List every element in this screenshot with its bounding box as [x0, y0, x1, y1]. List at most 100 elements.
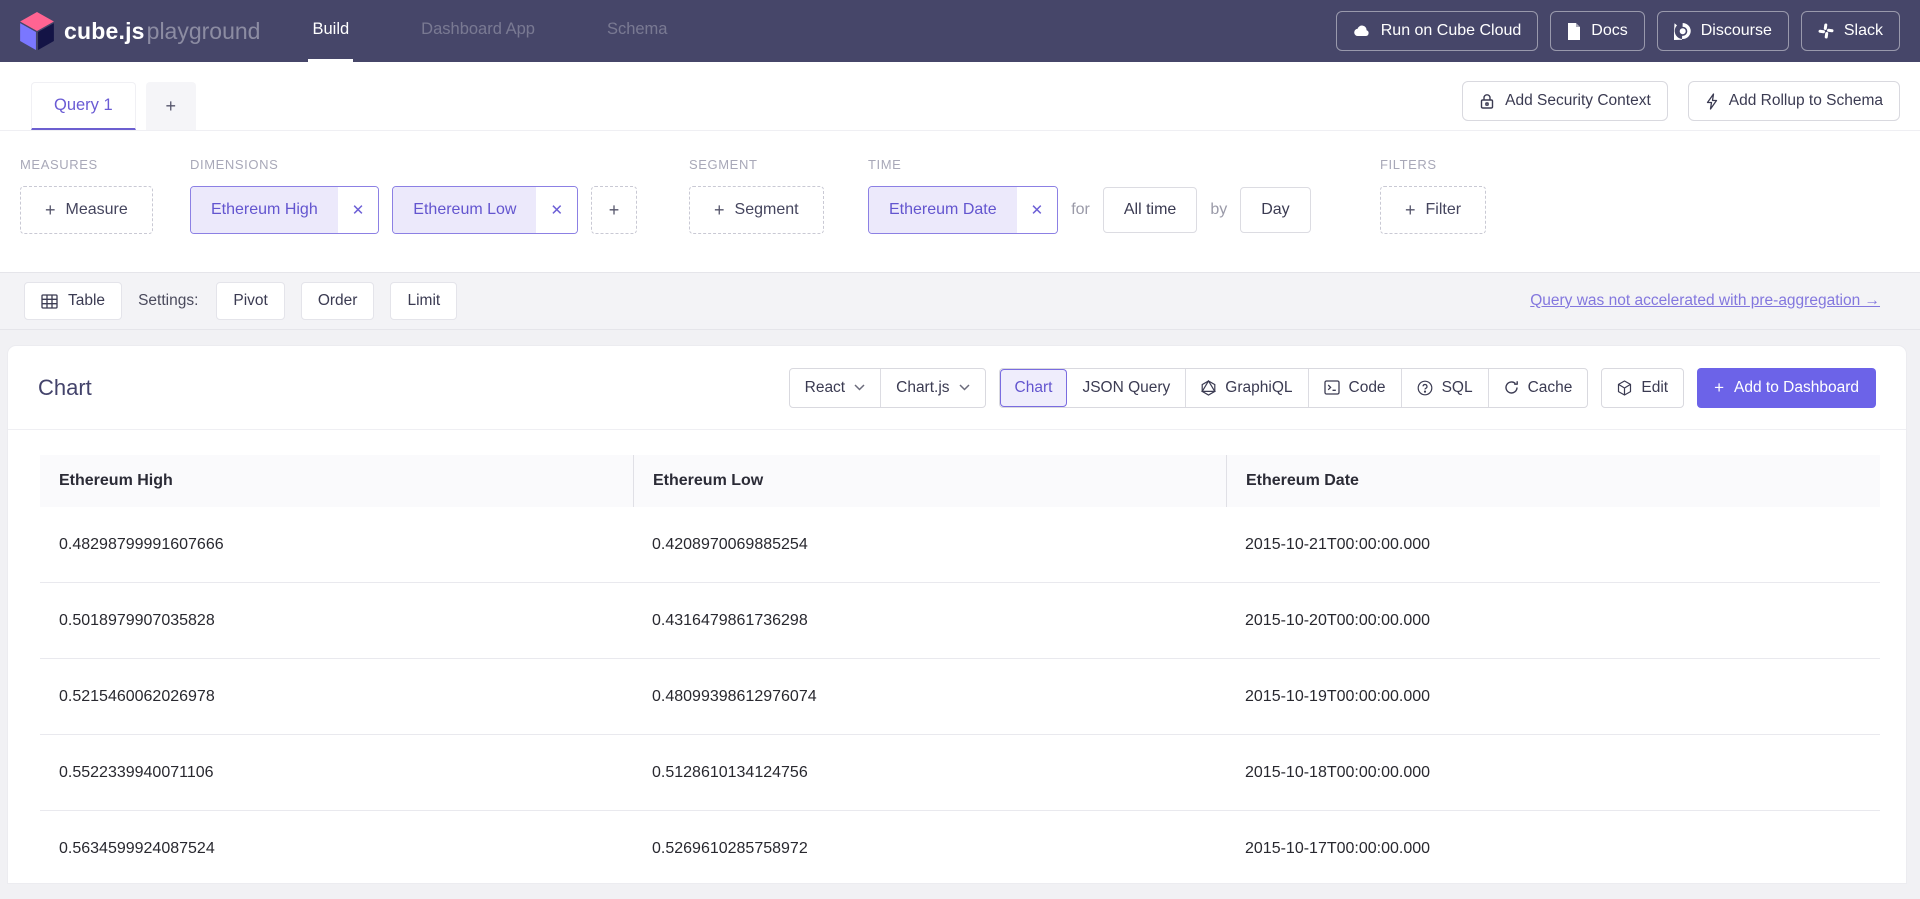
order-button[interactable]: Order	[301, 282, 375, 320]
edit-button[interactable]: Edit	[1601, 368, 1684, 408]
table-cell: 2015-10-17T00:00:00.000	[1226, 811, 1880, 883]
add-dimension-button[interactable]: +	[591, 186, 637, 234]
add-query-tab-button[interactable]: +	[146, 82, 196, 130]
add-segment-label: Segment	[735, 201, 799, 219]
table-row: 0.48298799991607666 0.4208970069885254 2…	[40, 507, 1880, 583]
add-segment-button[interactable]: + Segment	[689, 186, 824, 234]
granularity-button[interactable]: Day	[1240, 187, 1310, 233]
add-rollup-to-schema-button[interactable]: Add Rollup to Schema	[1688, 81, 1900, 121]
cloud-icon	[1353, 23, 1371, 39]
discourse-button[interactable]: Discourse	[1657, 11, 1789, 51]
table-cell: 0.4208970069885254	[633, 507, 1226, 582]
slack-icon	[1818, 23, 1834, 39]
tab-graphiql[interactable]: GraphiQL	[1185, 369, 1307, 407]
time-dimension-chip[interactable]: Ethereum Date ✕	[868, 186, 1058, 234]
refresh-icon	[1504, 380, 1519, 395]
add-measure-button[interactable]: + Measure	[20, 186, 153, 234]
tab-sql-label: SQL	[1442, 379, 1473, 397]
slack-button[interactable]: Slack	[1801, 11, 1900, 51]
tab-sql[interactable]: SQL	[1401, 369, 1488, 407]
chip-label[interactable]: Ethereum Low	[393, 187, 536, 233]
table-cell: 2015-10-18T00:00:00.000	[1226, 735, 1880, 810]
chip-label[interactable]: Ethereum Date	[869, 187, 1017, 233]
remove-chip-button[interactable]: ✕	[338, 187, 379, 233]
run-on-cube-cloud-label: Run on Cube Cloud	[1381, 22, 1522, 40]
plus-icon: +	[45, 200, 56, 221]
add-security-context-button[interactable]: Add Security Context	[1462, 81, 1668, 121]
nav-tab-dashboard-app[interactable]: Dashboard App	[417, 0, 539, 62]
nav-tabs: Build Dashboard App Schema	[308, 0, 671, 62]
run-on-cube-cloud-button[interactable]: Run on Cube Cloud	[1336, 11, 1539, 51]
docs-button[interactable]: Docs	[1550, 11, 1644, 51]
table-cell: 0.48099398612976074	[633, 659, 1226, 734]
lock-icon	[1479, 93, 1495, 110]
logo-subtext: playground	[147, 18, 261, 44]
discourse-icon	[1674, 23, 1691, 40]
add-rollup-to-schema-label: Add Rollup to Schema	[1729, 92, 1883, 110]
pivot-button[interactable]: Pivot	[216, 282, 284, 320]
logo[interactable]: cube.jsplayground	[20, 0, 260, 62]
remove-chip-button[interactable]: ✕	[536, 187, 577, 233]
close-icon: ✕	[550, 201, 563, 219]
measures-label: MEASURES	[20, 157, 153, 172]
for-label: for	[1071, 201, 1090, 219]
close-icon: ✕	[352, 201, 365, 219]
tab-json-query[interactable]: JSON Query	[1067, 369, 1185, 407]
query-tab[interactable]: Query 1	[31, 82, 136, 130]
header-cell-ethereum-date[interactable]: Ethereum Date	[1226, 455, 1880, 507]
table-cell: 0.4316479861736298	[633, 583, 1226, 658]
add-to-dashboard-button[interactable]: + Add to Dashboard	[1697, 368, 1876, 408]
dimensions-label: DIMENSIONS	[190, 157, 637, 172]
tab-chart[interactable]: Chart	[1000, 369, 1068, 407]
query-builder: MEASURES + Measure DIMENSIONS Ethereum H…	[0, 131, 1920, 272]
graphql-icon	[1201, 380, 1216, 396]
dimension-chip[interactable]: Ethereum High ✕	[190, 186, 379, 234]
header-cell-ethereum-low[interactable]: Ethereum Low	[633, 455, 1226, 507]
add-measure-label: Measure	[66, 201, 128, 219]
plus-icon: +	[609, 200, 620, 221]
tab-cache[interactable]: Cache	[1488, 369, 1588, 407]
tab-cache-label: Cache	[1528, 379, 1573, 397]
framework-library-selects: React Chart.js	[789, 368, 986, 408]
dimension-chip[interactable]: Ethereum Low ✕	[392, 186, 578, 234]
segment-label: SEGMENT	[689, 157, 824, 172]
tab-code[interactable]: Code	[1308, 369, 1401, 407]
sandbox-cube-icon	[1617, 380, 1632, 396]
query-tab-actions: Add Security Context Add Rollup to Schem…	[1462, 81, 1900, 130]
table-view-button[interactable]: Table	[24, 282, 122, 320]
segment-section: SEGMENT + Segment	[689, 157, 824, 234]
results-table: Ethereum High Ethereum Low Ethereum Date…	[40, 455, 1880, 883]
table-cell: 0.5634599924087524	[40, 811, 633, 883]
table-icon	[41, 294, 58, 309]
document-icon	[1567, 23, 1581, 40]
chevron-down-icon	[959, 384, 970, 391]
add-filter-button[interactable]: + Filter	[1380, 186, 1486, 234]
add-filter-label: Filter	[1426, 201, 1462, 219]
plus-icon: +	[1714, 378, 1724, 398]
measures-section: MEASURES + Measure	[20, 157, 153, 234]
plus-icon: +	[1405, 200, 1416, 221]
table-row: 0.5018979907035828 0.4316479861736298 20…	[40, 583, 1880, 659]
remove-chip-button[interactable]: ✕	[1017, 187, 1058, 233]
framework-value: React	[805, 379, 846, 397]
nav-tab-build[interactable]: Build	[308, 0, 353, 62]
table-row: 0.5634599924087524 0.5269610285758972 20…	[40, 811, 1880, 883]
date-range-button[interactable]: All time	[1103, 187, 1197, 233]
view-tabs: Chart JSON Query GraphiQL	[999, 368, 1589, 408]
discourse-label: Discourse	[1701, 22, 1772, 40]
chip-label[interactable]: Ethereum High	[191, 187, 338, 233]
nav-tab-schema[interactable]: Schema	[603, 0, 672, 62]
chart-panel-header: Chart React Chart.js Chart JSON	[8, 346, 1906, 430]
filters-label: FILTERS	[1380, 157, 1486, 172]
table-cell: 2015-10-19T00:00:00.000	[1226, 659, 1880, 734]
limit-button[interactable]: Limit	[390, 282, 457, 320]
time-label: TIME	[868, 157, 1311, 172]
table-cell: 0.5269610285758972	[633, 811, 1226, 883]
header-cell-ethereum-high[interactable]: Ethereum High	[40, 455, 633, 507]
chart-title: Chart	[38, 375, 92, 401]
preaggregation-link[interactable]: Query was not accelerated with pre-aggre…	[1530, 292, 1880, 310]
framework-select[interactable]: React	[790, 369, 881, 407]
tab-code-label: Code	[1349, 379, 1386, 397]
library-select[interactable]: Chart.js	[880, 369, 984, 407]
settings-label: Settings:	[138, 292, 198, 310]
